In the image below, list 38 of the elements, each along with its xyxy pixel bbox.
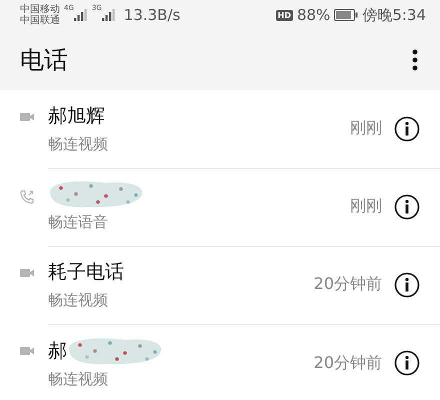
contact-name: 郝旭辉 <box>48 104 105 129</box>
call-time: 20分钟前 <box>314 352 382 374</box>
info-button[interactable] <box>394 116 420 142</box>
call-time: 刚刚 <box>350 118 382 139</box>
contact-name: 郝 <box>48 338 67 364</box>
call-type: 畅连视频 <box>48 370 109 388</box>
carrier-name: 中国联通 <box>20 15 60 26</box>
info-button[interactable] <box>394 272 420 298</box>
video-camera-icon <box>20 346 34 356</box>
signal-icon <box>74 9 88 21</box>
more-icon <box>412 49 418 71</box>
call-type: 畅连视频 <box>48 291 109 310</box>
call-time: 刚刚 <box>350 196 382 217</box>
contact-name: 耗子电话 <box>48 260 124 285</box>
call-log-row[interactable]: 畅连语音 刚刚 <box>0 168 440 246</box>
call-log-row[interactable]: 耗子电话 畅连视频 20分钟前 <box>0 246 440 324</box>
video-camera-icon <box>20 112 34 122</box>
signal-icon <box>102 9 116 21</box>
video-camera-icon <box>20 268 34 278</box>
clock: 傍晚5:34 <box>362 6 426 24</box>
call-time: 20分钟前 <box>314 274 382 295</box>
info-icon <box>394 350 420 376</box>
network-speed: 13.3B/s <box>124 6 180 24</box>
battery-icon <box>334 9 358 21</box>
call-type: 畅连语音 <box>48 213 109 232</box>
hd-badge: HD <box>276 10 293 20</box>
call-type: 畅连视频 <box>48 135 108 154</box>
battery-percent: 88% <box>296 6 330 24</box>
page-title: 电话 <box>20 45 68 76</box>
info-button[interactable] <box>394 194 420 220</box>
call-log-row[interactable]: 郝旭辉 畅连视频 刚刚 <box>0 90 440 168</box>
info-button[interactable] <box>394 350 420 376</box>
info-icon <box>394 116 420 142</box>
phone-icon <box>20 190 34 204</box>
carrier-name: 中国移动 <box>20 4 60 15</box>
info-icon <box>394 194 420 220</box>
info-icon <box>394 272 420 298</box>
call-log-row[interactable]: 郝 畅连视频 20分钟前 <box>0 324 440 400</box>
